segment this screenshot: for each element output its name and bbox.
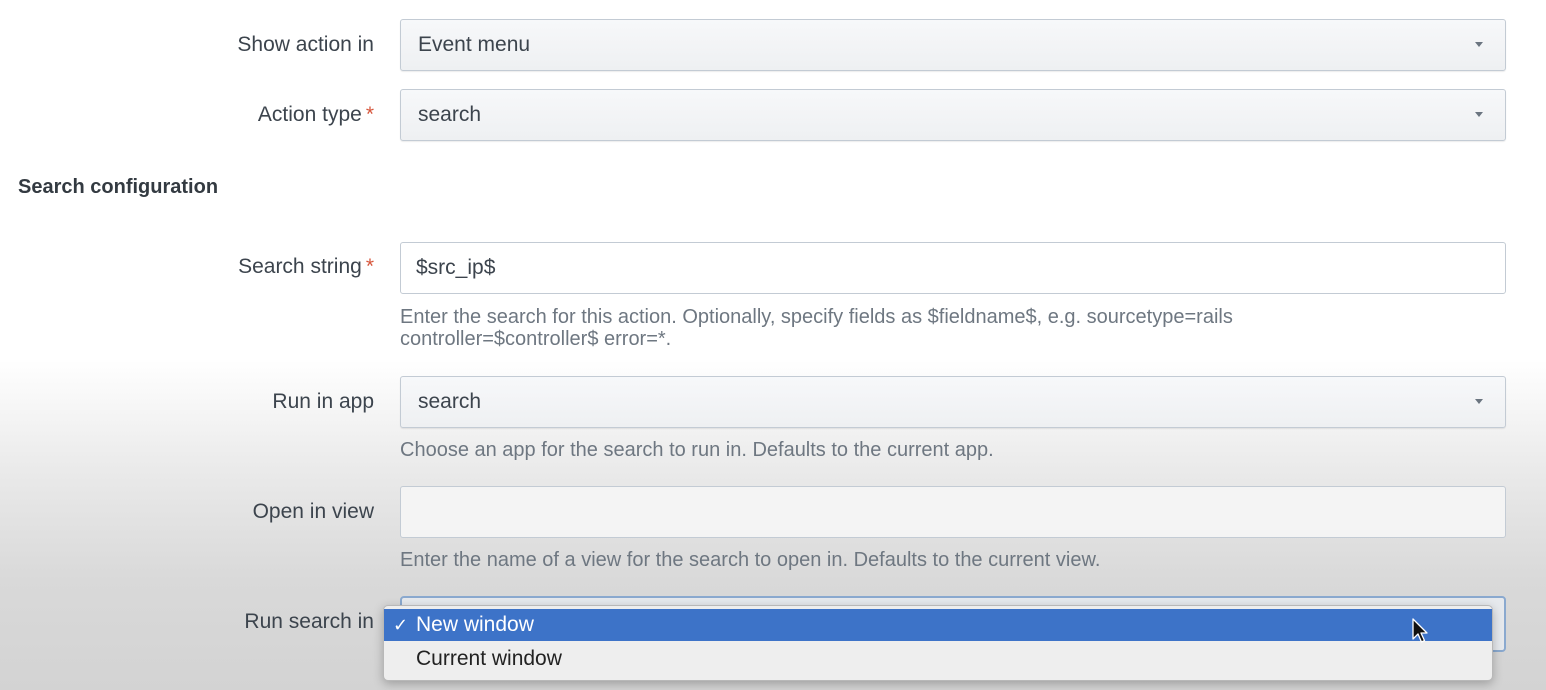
chevron-down-icon — [1475, 112, 1483, 117]
run-in-app-help: Choose an app for the search to run in. … — [400, 439, 994, 461]
show-action-in-select[interactable]: Event menu — [400, 19, 1506, 71]
section-title: Search configuration — [18, 176, 219, 198]
dropdown-option-label: New window — [416, 613, 534, 636]
required-marker: * — [365, 103, 374, 126]
run-in-app-value: search — [418, 390, 482, 413]
checkmark-icon: ✓ — [393, 615, 409, 635]
show-action-in-value: Event menu — [418, 33, 531, 56]
show-action-in-label: Show action in — [237, 33, 374, 56]
run-search-in-dropdown-menu: ✓ New window Current window — [383, 605, 1493, 681]
search-string-help-line1: Enter the search for this action. Option… — [400, 306, 1233, 328]
action-type-label: Action type * — [258, 103, 374, 127]
search-string-label: Search string * — [238, 255, 374, 279]
search-string-label-text: Search string — [238, 255, 362, 278]
search-string-help: Enter the search for this action. Option… — [400, 306, 1400, 350]
search-string-value: $src_ip$ — [416, 256, 496, 279]
open-in-view-input[interactable] — [400, 486, 1506, 538]
dropdown-option-current-window[interactable]: Current window — [384, 643, 1492, 675]
run-in-app-label: Run in app — [272, 390, 374, 413]
dropdown-option-label: Current window — [416, 647, 562, 670]
open-in-view-label: Open in view — [252, 500, 374, 523]
chevron-down-icon — [1475, 399, 1483, 404]
required-marker: * — [365, 255, 374, 278]
run-in-app-select[interactable]: search — [400, 376, 1506, 428]
mouse-pointer-icon — [1412, 618, 1428, 643]
dropdown-option-new-window[interactable]: ✓ New window — [384, 609, 1492, 641]
action-type-label-text: Action type — [257, 103, 362, 126]
run-search-in-label: Run search in — [244, 610, 374, 633]
search-string-input[interactable]: $src_ip$ — [400, 242, 1506, 294]
open-in-view-help: Enter the name of a view for the search … — [400, 549, 1101, 571]
search-string-help-line2: controller=$controller$ error=*. — [400, 328, 672, 350]
action-type-value: search — [418, 103, 482, 126]
action-type-select[interactable]: search — [400, 89, 1506, 141]
chevron-down-icon — [1475, 42, 1483, 47]
